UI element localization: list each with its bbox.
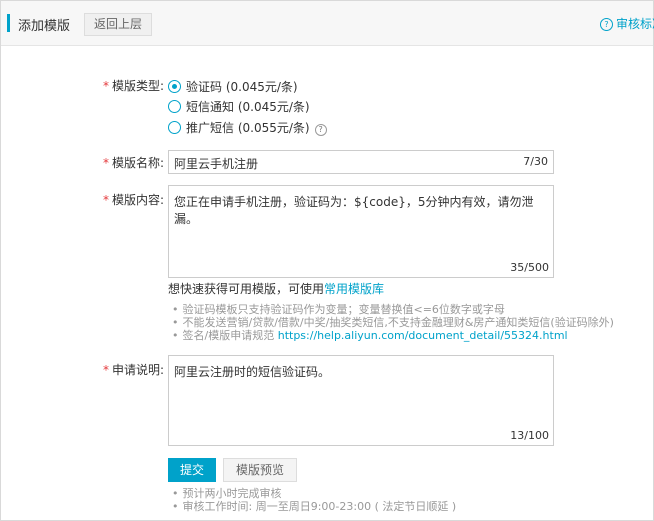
tip-item: 验证码模板只支持验证码作为变量；变量替换值<=6位数字或字母 [172, 303, 614, 316]
content-tips-list: 验证码模板只支持验证码作为变量；变量替换值<=6位数字或字母 不能发送营销/贷款… [172, 303, 614, 342]
name-label-text: 模版名称: [112, 156, 165, 170]
content-label: * 模版内容: [103, 191, 164, 208]
footer-note: 审核工作时间: 周一至周日9:00-23:00 ( 法定节日顺延 ) [172, 500, 457, 513]
header-accent-bar [7, 14, 10, 32]
tip-sign-text: 签名/模版申请规范 [182, 329, 275, 342]
application-desc-value: 阿里云注册时的短信验证码。 [174, 365, 331, 379]
template-name-input[interactable]: 阿里云手机注册 7/30 [168, 150, 554, 174]
desc-label-text: 申请说明: [112, 363, 165, 377]
quick-template-text: 想快速获得可用模版，可使用 [168, 282, 325, 296]
footer-notes-list: 预计两小时完成审核 审核工作时间: 周一至周日9:00-23:00 ( 法定节日… [172, 487, 457, 513]
tip-item-sign: 签名/模版申请规范 https://help.aliyun.com/docume… [172, 329, 614, 342]
sign-rules-link[interactable]: https://help.aliyun.com/document_detail/… [278, 329, 568, 342]
template-content-value: 您正在申请手机注册，验证码为：${code}，5分钟内有效，请勿泄漏。 [174, 195, 534, 226]
review-standard-link[interactable]: ?审核标准 [600, 15, 654, 32]
page-title: 添加模版 [18, 19, 71, 34]
radio-label: 短信通知 (0.045元/条) [186, 100, 310, 114]
info-question-icon[interactable]: ? [314, 124, 327, 136]
type-label: * 模版类型: [103, 77, 164, 94]
required-mark: * [103, 363, 109, 377]
footer-note: 预计两小时完成审核 [172, 487, 456, 500]
application-desc-counter: 13/100 [510, 429, 549, 442]
name-label: * 模版名称: [103, 154, 164, 171]
review-standard-label: 审核标准 [616, 17, 654, 31]
common-template-library-link[interactable]: 常用模版库 [324, 282, 384, 296]
required-mark: * [103, 156, 109, 170]
radio-option-notice[interactable]: 短信通知 (0.045元/条) [168, 98, 310, 115]
template-name-value: 阿里云手机注册 [174, 157, 259, 171]
tip-item: 不能发送营销/贷款/借款/中奖/抽奖类短信,不支持金融理财&房产通知类短信(验证… [172, 316, 614, 329]
preview-button[interactable]: 模版预览 [223, 458, 297, 482]
radio-label: 验证码 (0.045元/条) [186, 80, 298, 94]
radio-option-verification[interactable]: 验证码 (0.045元/条) [168, 78, 298, 95]
template-content-counter: 35/500 [510, 261, 549, 274]
quick-template-hint: 想快速获得可用模版，可使用常用模版库 [168, 280, 384, 297]
application-desc-textarea[interactable]: 阿里云注册时的短信验证码。 13/100 [168, 355, 554, 446]
type-label-text: 模版类型: [112, 79, 165, 93]
page-header: 添加模版 返回上层 ?审核标准 [1, 1, 654, 46]
template-content-textarea[interactable]: 您正在申请手机注册，验证码为：${code}，5分钟内有效，请勿泄漏。 35/5… [168, 185, 554, 278]
required-mark: * [103, 193, 109, 207]
required-mark: * [103, 79, 109, 93]
template-form-panel: 添加模版 返回上层 ?审核标准 *模版类型: 验证码 (0.045元/条) 短信… [0, 0, 654, 521]
content-label-text: 模版内容: [112, 193, 165, 207]
radio-label: 推广短信 (0.055元/条) [186, 121, 310, 135]
desc-label: * 申请说明: [103, 361, 164, 378]
back-button[interactable]: 返回上层 [84, 13, 152, 36]
radio-unselected-icon[interactable] [168, 121, 181, 134]
radio-selected-icon[interactable] [168, 80, 181, 93]
submit-button[interactable]: 提交 [168, 458, 216, 482]
question-circle-icon: ? [600, 18, 613, 31]
radio-option-promotion[interactable]: 推广短信 (0.055元/条)? [168, 119, 327, 136]
radio-unselected-icon[interactable] [168, 100, 181, 113]
template-name-counter: 7/30 [523, 155, 548, 168]
